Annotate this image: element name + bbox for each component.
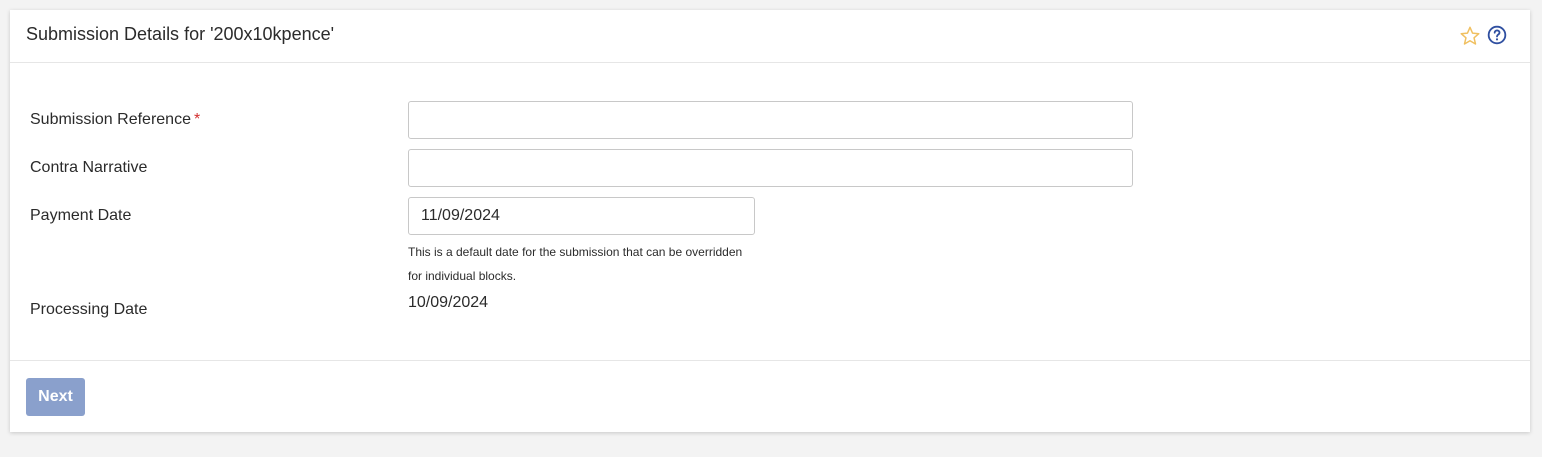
processing-date-value: 10/09/2024 bbox=[408, 294, 489, 311]
panel-footer: Next bbox=[10, 360, 1530, 433]
star-icon[interactable] bbox=[1459, 25, 1481, 47]
submission-details-panel: Submission Details for '200x10kpence' Su… bbox=[10, 10, 1530, 432]
next-button[interactable]: Next bbox=[26, 378, 85, 416]
submission-reference-input[interactable] bbox=[408, 101, 1133, 139]
submission-reference-label-text: Submission Reference bbox=[30, 111, 191, 128]
contra-narrative-label: Contra Narrative bbox=[30, 159, 148, 176]
panel-title: Submission Details for '200x10kpence' bbox=[26, 24, 335, 44]
panel-header: Submission Details for '200x10kpence' bbox=[10, 10, 1530, 63]
payment-date-input[interactable] bbox=[408, 197, 755, 235]
submission-reference-label: Submission Reference * bbox=[30, 111, 200, 129]
help-icon[interactable] bbox=[1487, 25, 1507, 45]
payment-date-help-text: This is a default date for the submissio… bbox=[408, 245, 743, 283]
required-marker: * bbox=[193, 111, 201, 128]
contra-narrative-input[interactable] bbox=[408, 149, 1133, 187]
payment-date-label: Payment Date bbox=[30, 207, 132, 224]
processing-date-label: Processing Date bbox=[30, 301, 148, 318]
